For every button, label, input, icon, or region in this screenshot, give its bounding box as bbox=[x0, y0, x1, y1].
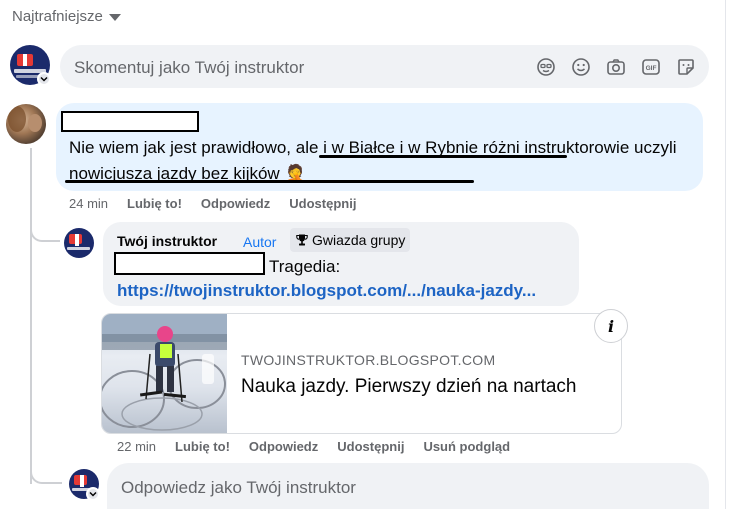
page-logo-icon bbox=[74, 475, 87, 487]
preview-title: Nauka jazdy. Pierwszy dzień na nartach bbox=[241, 376, 577, 397]
thread-connector bbox=[30, 455, 62, 484]
reply-actions: 22 min Lubię to! Odpowiedz Udostępnij Us… bbox=[117, 439, 510, 454]
scrollbar[interactable] bbox=[725, 0, 726, 509]
reply-share-button[interactable]: Udostępnij bbox=[337, 439, 404, 454]
reply-like-button[interactable]: Lubię to! bbox=[175, 439, 230, 454]
group-star-badge: Gwiazda grupy bbox=[290, 228, 411, 252]
author-tag: Autor bbox=[243, 234, 277, 250]
info-icon[interactable]: i bbox=[594, 309, 628, 343]
thread-line bbox=[30, 148, 32, 484]
remove-preview-button[interactable]: Usuń podgląd bbox=[423, 439, 510, 454]
svg-text:GIF: GIF bbox=[646, 65, 657, 72]
preview-domain: TWOJINSTRUKTOR.BLOGSPOT.COM bbox=[241, 352, 496, 368]
page-logo-icon bbox=[17, 54, 33, 66]
sort-dropdown[interactable]: Najtrafniejsze bbox=[12, 8, 121, 25]
caret-down-icon bbox=[108, 14, 121, 21]
avatar-sticker-icon[interactable] bbox=[535, 56, 557, 78]
page-logo-icon bbox=[69, 234, 82, 246]
comment-time[interactable]: 24 min bbox=[69, 196, 108, 211]
comment-actions: 24 min Lubię to! Odpowiedz Udostępnij bbox=[69, 196, 356, 211]
reply-author-avatar[interactable] bbox=[64, 228, 94, 258]
reply-input-placeholder: Odpowiedz jako Twój instruktor bbox=[121, 478, 356, 497]
badge-label: Gwiazda grupy bbox=[312, 232, 406, 248]
composer-icons: GIF bbox=[535, 56, 697, 78]
reply-composer[interactable]: Odpowiedz jako Twój instruktor bbox=[107, 463, 709, 509]
comment-reply-button[interactable]: Odpowiedz bbox=[201, 196, 270, 211]
camera-icon[interactable] bbox=[605, 56, 627, 78]
trophy-icon bbox=[296, 234, 308, 246]
sort-label: Najtrafniejsze bbox=[12, 8, 103, 25]
redacted-mention bbox=[114, 252, 265, 275]
emoji-icon[interactable] bbox=[570, 56, 592, 78]
reply-reply-button[interactable]: Odpowiedz bbox=[249, 439, 318, 454]
redacted-commenter-name bbox=[61, 111, 199, 132]
sticker-icon[interactable] bbox=[675, 56, 697, 78]
commenter-avatar[interactable] bbox=[6, 104, 46, 144]
comment-input-placeholder: Skomentuj jako Twój instruktor bbox=[74, 58, 305, 77]
reply-text: Tragedia: bbox=[269, 257, 341, 276]
gif-icon[interactable]: GIF bbox=[640, 56, 662, 78]
preview-thumbnail bbox=[102, 314, 227, 433]
comment-share-button[interactable]: Udostępnij bbox=[289, 196, 356, 211]
underline-mark bbox=[65, 180, 474, 183]
comment-composer[interactable]: Skomentuj jako Twój instruktor GIF bbox=[60, 45, 709, 88]
switch-profile-chevron-icon[interactable] bbox=[86, 487, 100, 501]
link-preview-card[interactable] bbox=[101, 313, 622, 434]
reply-link[interactable]: https://twojinstruktor.blogspot.com/.../… bbox=[117, 281, 536, 301]
reply-author-name[interactable]: Twój instruktor bbox=[117, 233, 217, 249]
thread-connector bbox=[30, 215, 60, 242]
underline-mark bbox=[319, 155, 567, 158]
reply-time[interactable]: 22 min bbox=[117, 439, 156, 454]
comment-like-button[interactable]: Lubię to! bbox=[127, 196, 182, 211]
switch-profile-chevron-icon[interactable] bbox=[37, 72, 51, 86]
